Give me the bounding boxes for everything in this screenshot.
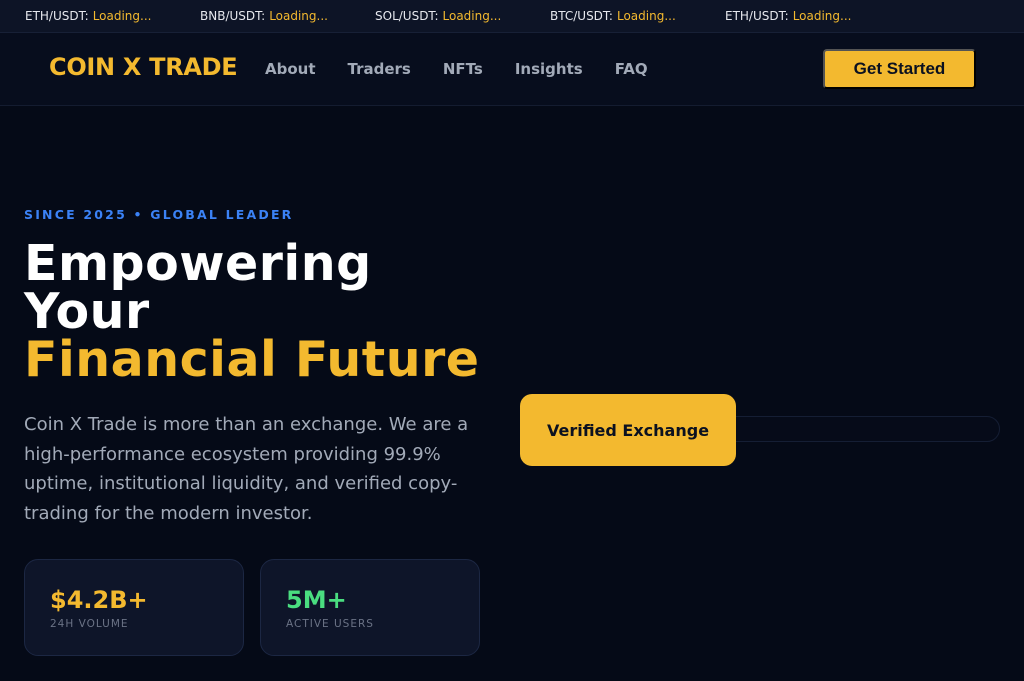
hero-description: Coin X Trade is more than an exchange. W… xyxy=(24,414,469,524)
stat-label: ACTIVE USERS xyxy=(286,618,374,630)
stat-value: 5M+ xyxy=(286,586,347,614)
ticker-pair: BTC/USDT: xyxy=(550,9,613,23)
ticker-price: Loading... xyxy=(792,9,852,23)
hero-eyebrow: SINCE 2025 • GLOBAL LEADER xyxy=(24,207,294,222)
ticker-price: Loading... xyxy=(616,9,676,23)
top-navbar: COIN X TRADE About Traders NFTs Insights… xyxy=(0,33,1024,106)
price-ticker: ETH/USDT: Loading... BNB/USDT: Loading..… xyxy=(0,0,1024,33)
headline-accent: Financial Future xyxy=(24,331,480,388)
nav-link-faq[interactable]: FAQ xyxy=(615,60,648,78)
nav-link-nfts[interactable]: NFTs xyxy=(443,60,483,78)
ticker-price: Loading... xyxy=(442,9,502,23)
ticker-item: BTC/USDT: Loading... xyxy=(550,9,725,23)
main-nav: About Traders NFTs Insights FAQ xyxy=(265,60,680,78)
ticker-pair: ETH/USDT: xyxy=(25,9,89,23)
ticker-item: SOL/USDT: Loading... xyxy=(375,9,550,23)
nav-link-insights[interactable]: Insights xyxy=(515,60,583,78)
nav-link-about[interactable]: About xyxy=(265,60,316,78)
headline-line-1: Empowering xyxy=(24,235,372,292)
stat-value: $4.2B+ xyxy=(50,586,148,614)
stat-card-users: 5M+ ACTIVE USERS xyxy=(260,559,480,656)
brand-logo[interactable]: COIN X TRADE xyxy=(49,53,238,81)
ticker-item: ETH/USDT: Loading... xyxy=(25,9,200,23)
ticker-price: Loading... xyxy=(269,9,328,23)
stat-card-volume: $4.2B+ 24H VOLUME xyxy=(24,559,244,656)
ticker-pair: BNB/USDT: xyxy=(200,9,266,23)
stat-label: 24H VOLUME xyxy=(50,618,129,630)
get-started-button[interactable]: Get Started xyxy=(823,49,976,89)
headline-line-2: Your xyxy=(24,283,150,340)
ticker-item: BNB/USDT: Loading... xyxy=(200,9,375,23)
hero-headline: Empowering Your Financial Future xyxy=(24,235,480,388)
ticker-item: ETH/USDT: Loading... xyxy=(725,9,900,23)
verified-exchange-badge: Verified Exchange xyxy=(520,394,736,466)
ticker-price: Loading... xyxy=(92,9,152,23)
nav-link-traders[interactable]: Traders xyxy=(348,60,411,78)
ticker-pair: SOL/USDT: xyxy=(375,9,439,23)
ticker-pair: ETH/USDT: xyxy=(725,9,789,23)
